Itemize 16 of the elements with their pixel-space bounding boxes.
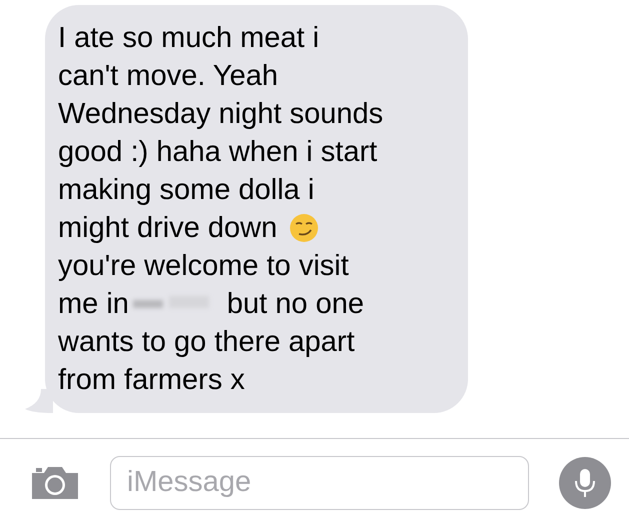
- microphone-button[interactable]: [559, 456, 611, 508]
- message-text: I ate so much meat i: [58, 21, 320, 56]
- message-text: you're welcome to visit: [58, 249, 349, 284]
- message-input[interactable]: iMessage: [110, 456, 529, 510]
- camera-icon[interactable]: [30, 464, 80, 500]
- message-text: can't move. Yeah: [58, 59, 278, 94]
- smirk-emoji-icon: [289, 213, 320, 243]
- message-text: me in: [58, 287, 129, 322]
- message-text: from farmers x: [58, 363, 245, 398]
- message-text: but no one: [226, 287, 364, 322]
- message-text: wants to go there apart: [58, 325, 355, 360]
- message-text: might drive down: [58, 211, 278, 246]
- message-text: good :) haha when i start: [58, 135, 378, 170]
- message-text: making some dolla i: [58, 173, 314, 208]
- message-text: Wednesday night sounds: [58, 97, 384, 132]
- microphone-icon: [574, 466, 596, 498]
